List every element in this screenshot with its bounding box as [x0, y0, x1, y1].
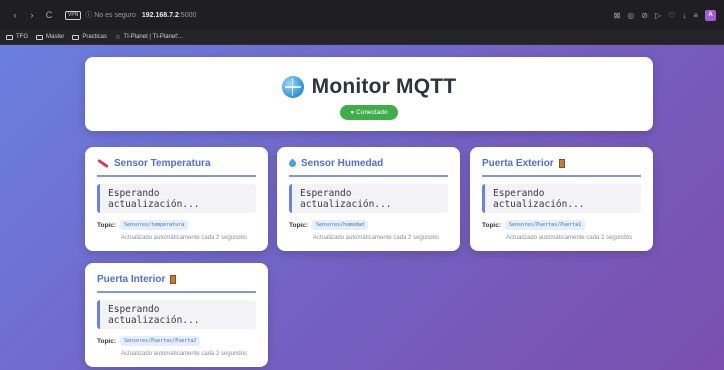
topic-chip: Sensores/temperatura — [120, 220, 189, 230]
folder-icon — [36, 34, 43, 40]
update-note: Actualizado automáticamente cada 2 segun… — [121, 235, 248, 241]
bookmark-tfg[interactable]: TFG — [6, 34, 28, 40]
bookmark-label: TI-Planet | TI-Planet'... — [123, 34, 184, 40]
sensor-value: Esperando actualización... — [289, 184, 448, 213]
bookmarks-bar: TFG Master Practicas ☃ TI-Planet | TI-Pla… — [0, 30, 724, 45]
sensor-card-temperatura: Sensor Temperatura Esperando actualizaci… — [85, 147, 268, 251]
profile-avatar[interactable]: A — [705, 9, 716, 21]
page-title: Monitor MQTT — [311, 75, 457, 98]
browser-actions: ⊠ ◎ ⊘ ▷ ♡ ↓ ≡ A — [614, 9, 716, 21]
play-icon[interactable]: ▷ — [655, 11, 661, 20]
header-card: Monitor MQTT ● Conectado — [85, 57, 653, 131]
card-title: Puerta Interior — [97, 274, 177, 285]
card-title-text: Sensor Humedad — [301, 158, 384, 169]
door-icon — [170, 275, 177, 284]
door-icon — [558, 159, 565, 168]
vpn-badge[interactable]: VPN — [65, 10, 82, 20]
back-button[interactable]: ‹ — [8, 8, 22, 22]
update-note: Actualizado automáticamente cada 2 segun… — [121, 351, 248, 357]
globe-icon — [281, 76, 304, 98]
bookmark-practicas[interactable]: Practicas — [72, 34, 107, 40]
page-content: Monitor MQTT ● Conectado Sensor Temperat… — [0, 45, 724, 370]
site-icon: ☃ — [115, 34, 121, 41]
forward-button[interactable]: › — [25, 8, 39, 22]
topic-chip: Sensores/Puertas/Puerta1 — [505, 220, 586, 230]
card-title: Sensor Humedad — [287, 158, 384, 169]
card-title: Puerta Exterior — [482, 158, 565, 169]
bookmark-label: TFG — [16, 34, 28, 40]
topic-label: Topic: — [482, 221, 502, 229]
browser-toolbar: ‹ › C VPN ⓘ No es seguro 192.168.7.2:500… — [0, 0, 724, 30]
url-port: :5000 — [178, 11, 197, 19]
screenshot-icon[interactable]: ⊠ — [614, 11, 621, 20]
reload-button[interactable]: C — [42, 8, 56, 22]
topic-label: Topic: — [97, 337, 117, 345]
card-title-text: Sensor Temperatura — [114, 158, 211, 169]
card-title: Sensor Temperatura — [97, 158, 211, 169]
update-note: Actualizado automáticamente cada 2 segun… — [506, 235, 633, 241]
card-divider — [289, 175, 448, 177]
topic-label: Topic: — [289, 221, 309, 229]
sensor-value: Esperando actualización... — [97, 300, 256, 329]
topic-label: Topic: — [97, 221, 117, 229]
bookmark-label: Practicas — [82, 34, 108, 40]
droplet-icon — [287, 158, 298, 169]
card-divider — [97, 291, 256, 293]
bookmark-label: Master — [46, 34, 65, 40]
bookmark-master[interactable]: Master — [36, 34, 64, 40]
heart-icon[interactable]: ♡ — [668, 11, 675, 20]
sensor-value: Esperando actualización... — [482, 184, 641, 213]
topic-chip: Sensores/Puertas/Puerta2 — [120, 336, 201, 346]
sensor-card-puerta-exterior: Puerta Exterior Esperando actualización.… — [470, 147, 653, 251]
topic-row: Topic: Sensores/Puertas/Puerta1 — [482, 220, 586, 230]
address-bar[interactable]: 192.168.7.2:5000 — [142, 12, 197, 19]
update-note: Actualizado automáticamente cada 2 segun… — [313, 235, 440, 241]
topic-row: Topic: Sensores/humedad — [289, 220, 369, 230]
topic-row: Topic: Sensores/Puertas/Puerta2 — [97, 336, 201, 346]
card-divider — [482, 175, 641, 177]
connection-status-badge: ● Conectado — [340, 105, 398, 120]
sensor-value: Esperando actualización... — [97, 184, 256, 213]
bookmark-ti-planet[interactable]: ☃ TI-Planet | TI-Planet'... — [115, 34, 183, 41]
camera-icon[interactable]: ◎ — [627, 11, 634, 20]
url-host: 192.168.7.2 — [141, 11, 179, 19]
menu-icon[interactable]: ≡ — [693, 11, 698, 20]
shield-icon[interactable]: ⊘ — [641, 11, 648, 20]
sensor-card-puerta-interior: Puerta Interior Esperando actualización.… — [85, 263, 268, 367]
folder-icon — [6, 34, 13, 40]
sensor-card-humedad: Sensor Humedad Esperando actualización..… — [277, 147, 460, 251]
insecure-warning[interactable]: ⓘ No es seguro — [85, 10, 136, 20]
card-title-text: Puerta Interior — [97, 274, 166, 285]
title-row: Monitor MQTT — [85, 75, 653, 99]
topic-row: Topic: Sensores/temperatura — [97, 220, 189, 230]
thermometer-icon — [97, 158, 109, 169]
card-divider — [97, 175, 256, 177]
download-icon[interactable]: ↓ — [682, 11, 686, 20]
card-title-text: Puerta Exterior — [482, 158, 554, 169]
folder-icon — [72, 34, 80, 40]
topic-chip: Sensores/humedad — [312, 220, 369, 230]
